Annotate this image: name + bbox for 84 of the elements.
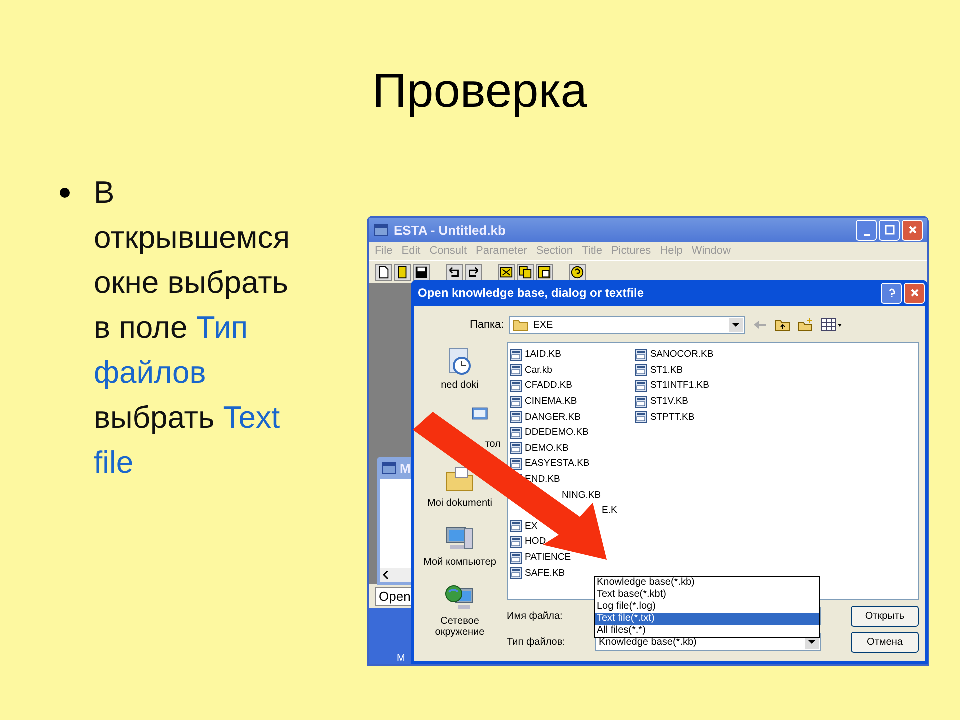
file-name-label: Имя файла: (507, 610, 564, 622)
slide-title: Проверка (372, 64, 588, 120)
help-button[interactable] (881, 282, 902, 304)
save-icon[interactable] (413, 264, 430, 280)
file-name[interactable]: SAFE.KB (525, 568, 566, 579)
maximize-button[interactable] (879, 220, 900, 240)
file-name[interactable]: DEMO.KB (525, 442, 569, 454)
dialog-title: Open knowledge base, dialog or textfile (418, 286, 644, 300)
file-name[interactable]: ST1.KB (650, 364, 684, 376)
file-name[interactable]: END.KB (525, 474, 560, 486)
scroll-left-icon[interactable] (380, 571, 389, 579)
file-icon (510, 411, 522, 424)
file-icon (510, 458, 522, 470)
undo-icon[interactable] (446, 264, 463, 280)
open-button[interactable]: Открыть (851, 606, 919, 626)
close-button[interactable] (902, 220, 923, 240)
file-icon (510, 396, 522, 408)
place-label[interactable]: Moi dokumenti (420, 498, 500, 509)
new-file-icon[interactable] (375, 264, 392, 280)
file-name[interactable]: PATIENCE (525, 552, 572, 564)
dropdown-option[interactable]: Log file(*.log) (595, 601, 819, 613)
window-title: ESTA - Untitled.kb (394, 222, 506, 238)
file-icon (635, 364, 648, 376)
app-icon (381, 460, 397, 476)
paste-icon[interactable] (536, 264, 553, 280)
dropdown-option[interactable]: Text file(*.txt) (595, 613, 819, 625)
file-icon (510, 442, 522, 454)
file-name[interactable]: EX (525, 520, 538, 532)
cut-icon[interactable] (498, 264, 515, 280)
bullet-text: В открывшемся окне выбрать в поле Тип файлов выбрать Text file (94, 174, 292, 482)
copy-icon[interactable] (517, 264, 534, 280)
close-button[interactable] (904, 282, 925, 304)
file-name[interactable]: Car.kb (525, 364, 552, 376)
redo-icon[interactable] (465, 264, 482, 280)
file-icon (510, 364, 522, 376)
file-icon (510, 520, 522, 532)
file-name[interactable]: SANOCOR.KB (650, 349, 714, 360)
child-window-title: M (400, 460, 411, 476)
open-file-icon[interactable] (394, 264, 411, 280)
app-icon (373, 222, 389, 238)
taskbar-label: M (397, 653, 406, 664)
minimize-icon (864, 234, 870, 236)
minimize-button[interactable] (856, 220, 877, 240)
place-label[interactable]: ned doki (420, 380, 500, 391)
folder-dropdown[interactable]: EXE (509, 316, 746, 334)
folder-icon (513, 318, 530, 332)
new-folder-icon[interactable] (798, 317, 814, 333)
close-icon (910, 288, 920, 298)
file-type-label: Тип файлов: (507, 636, 566, 648)
file-icon (510, 552, 522, 564)
file-name[interactable]: EASYESTA.KB (525, 458, 590, 470)
file-icon (510, 567, 522, 580)
file-icon (635, 380, 648, 392)
dropdown-option[interactable]: Text base(*.kbt) (595, 589, 819, 601)
place-label[interactable]: Сетевое окружение (420, 616, 500, 638)
help-icon[interactable] (569, 264, 586, 280)
file-name[interactable]: CFADD.KB (525, 380, 573, 392)
question-mark-icon (886, 288, 896, 298)
bullet-icon (60, 188, 70, 198)
file-name[interactable]: DANGER.KB (525, 412, 581, 423)
folder-label: Папка: (470, 319, 504, 331)
cancel-button[interactable]: Отмена (851, 632, 919, 652)
file-icon (510, 536, 522, 548)
file-icon (635, 411, 648, 424)
file-name[interactable]: 1AID.KB (525, 349, 562, 360)
file-name[interactable]: ST1INTF1.KB (650, 380, 710, 392)
file-icon (510, 348, 522, 361)
file-name[interactable]: HOD (525, 536, 546, 548)
close-icon (908, 225, 918, 235)
place-label[interactable]: тол (485, 439, 502, 450)
file-icon (510, 380, 522, 392)
file-icon (510, 426, 522, 439)
file-icon (635, 348, 648, 361)
maximize-icon (884, 225, 894, 235)
file-icon (635, 396, 648, 408)
dropdown-option[interactable]: Knowledge base(*.kb) (595, 577, 819, 589)
file-name[interactable]: E.K (602, 505, 618, 516)
file-name[interactable]: STPTT.KB (650, 412, 695, 423)
file-name[interactable]: ST1V.KB (650, 396, 689, 408)
file-name[interactable]: DDEDEMO.KB (525, 427, 589, 438)
file-name[interactable]: NING.KB (562, 490, 602, 501)
place-label[interactable]: Мой компьютер (420, 557, 500, 568)
file-name[interactable]: CINEMA.KB (525, 396, 578, 408)
view-menu-icon[interactable] (821, 317, 844, 333)
